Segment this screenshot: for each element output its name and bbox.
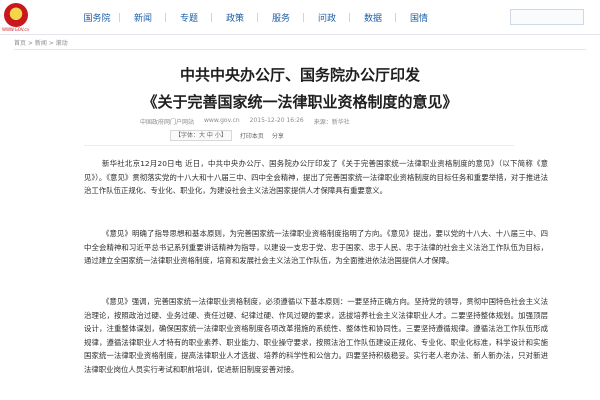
nav-item-news[interactable]: 新闻 bbox=[120, 11, 166, 24]
site-logo-caption: WWW.GOV.cn bbox=[2, 27, 30, 32]
nav-item-services[interactable]: 服务 bbox=[258, 11, 304, 24]
nav-item-policy[interactable]: 政策 bbox=[212, 11, 258, 24]
share-button[interactable]: 分享 bbox=[272, 131, 284, 140]
article-meta: 中国政府网门户网站 www.gov.cn 2015-12-20 16:26 来源… bbox=[140, 117, 560, 126]
print-button[interactable]: 打印本页 bbox=[240, 131, 264, 140]
article-datetime: 2015-12-20 16:26 bbox=[249, 117, 304, 124]
article-origin: 来源：新华社 bbox=[313, 119, 350, 126]
top-navigation-bar: WWW.GOV.cn 国务院 新闻 专题 政策 服务 问政 数据 国情 bbox=[0, 0, 600, 35]
nav-item-topics[interactable]: 专题 bbox=[166, 11, 212, 24]
article-title-line1: 中共中央办公厅、国务院办公厅印发 bbox=[179, 66, 420, 84]
national-emblem-logo[interactable] bbox=[4, 3, 28, 27]
article-title-line2: 《关于完善国家统一法律职业资格制度的意见》 bbox=[142, 93, 458, 111]
divider bbox=[14, 49, 586, 50]
article-paragraph: 《意见》强调，完善国家统一法律职业资格制度，必须遵循以下基本原则：一要坚持正确方… bbox=[84, 297, 548, 374]
article-source: 中国政府网门户网站 bbox=[140, 119, 195, 126]
breadcrumb[interactable]: 首页 > 新闻 > 滚动 bbox=[14, 38, 68, 47]
search-input[interactable] bbox=[510, 9, 584, 25]
article-tools: 【字体：大 中 小】 打印本页 分享 bbox=[170, 130, 284, 141]
main-nav: 国务院 新闻 专题 政策 服务 问政 数据 国情 bbox=[74, 0, 442, 34]
article-paragraph: 新华社北京12月20日电 近日，中共中央办公厅、国务院办公厅印发了《关于完善国家… bbox=[84, 159, 548, 195]
article-source-url[interactable]: www.gov.cn bbox=[204, 117, 240, 126]
nav-item-guowuyuan[interactable]: 国务院 bbox=[74, 11, 120, 24]
article-paragraph: 《意见》明确了指导思想和基本原则，为完善国家统一法律职业资格制度指明了方向。《意… bbox=[84, 229, 548, 265]
font-size-control[interactable]: 【字体：大 中 小】 bbox=[170, 130, 232, 141]
nav-item-data[interactable]: 数据 bbox=[350, 11, 396, 24]
divider bbox=[84, 145, 514, 146]
nav-item-national-info[interactable]: 国情 bbox=[396, 11, 442, 24]
nav-item-inquiry[interactable]: 问政 bbox=[304, 11, 350, 24]
